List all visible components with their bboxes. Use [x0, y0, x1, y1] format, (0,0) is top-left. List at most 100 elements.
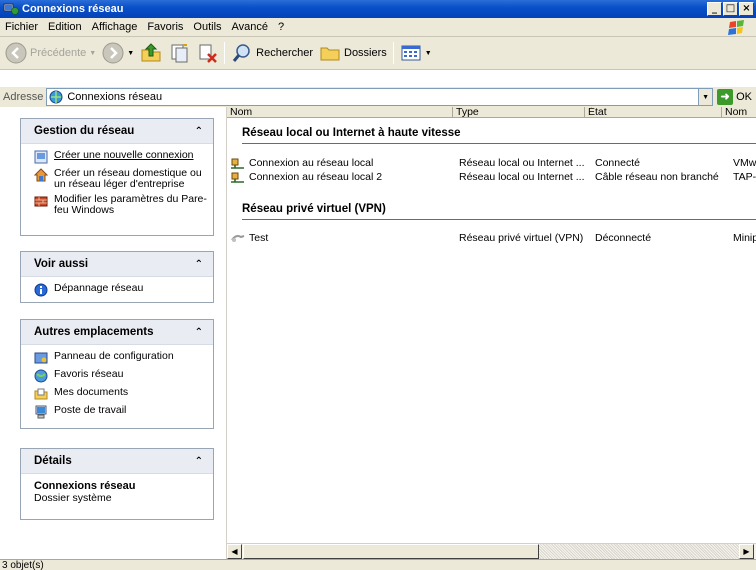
- place-my-computer[interactable]: Poste de travail: [34, 405, 209, 419]
- back-button[interactable]: Précédente ▼: [2, 40, 99, 66]
- forward-button[interactable]: ▼: [99, 40, 137, 66]
- menu-view[interactable]: Affichage: [87, 21, 143, 33]
- connection-device: VMw: [733, 157, 756, 169]
- connection-device: Minip: [733, 232, 756, 244]
- list-item[interactable]: Test Réseau privé virtuel (VPN) Déconnec…: [227, 231, 756, 245]
- search-label: Rechercher: [256, 47, 313, 59]
- maximize-button[interactable]: □: [723, 2, 738, 16]
- group-title-lan: Réseau local ou Internet à haute vitesse: [242, 127, 461, 139]
- search-icon: [232, 44, 250, 62]
- lan-connection-icon: [231, 158, 244, 169]
- views-button[interactable]: ▼: [397, 40, 435, 66]
- task-create-connection-label: Créer une nouvelle connexion: [54, 149, 194, 161]
- address-value: Connexions réseau: [67, 91, 163, 103]
- menu-edit[interactable]: Edition: [43, 21, 87, 33]
- network-tasks-header[interactable]: Gestion du réseau ⌃: [21, 119, 213, 144]
- control-panel-icon: [34, 352, 48, 364]
- go-label: OK: [736, 91, 752, 103]
- up-folder-button[interactable]: [137, 40, 165, 66]
- see-also-panel: Voir aussi ⌃ Dépannage réseau: [20, 251, 214, 303]
- place-my-computer-label: Poste de travail: [54, 404, 127, 416]
- windows-logo-icon: [728, 19, 744, 35]
- collapse-chevron-icon[interactable]: ⌃: [195, 259, 203, 270]
- title-bar[interactable]: Connexions réseau _ □ ×: [0, 0, 756, 18]
- horizontal-scrollbar[interactable]: ◀ ▶: [227, 543, 756, 559]
- menu-favorites[interactable]: Favoris: [142, 21, 188, 33]
- other-places-title: Autres emplacements: [34, 326, 154, 338]
- collapse-chevron-icon[interactable]: ⌃: [195, 327, 203, 338]
- connection-device: TAP-: [733, 171, 756, 183]
- menu-tools[interactable]: Outils: [188, 21, 226, 33]
- connection-type: Réseau local ou Internet ...: [459, 157, 585, 169]
- my-computer-icon: [35, 405, 47, 419]
- connection-state: Déconnecté: [595, 232, 652, 244]
- delete-button[interactable]: [193, 40, 221, 66]
- task-troubleshoot[interactable]: Dépannage réseau: [34, 283, 209, 297]
- search-button[interactable]: Rechercher: [228, 40, 316, 66]
- list-item[interactable]: Connexion au réseau local Réseau local o…: [227, 156, 756, 170]
- back-dropdown-icon[interactable]: ▼: [89, 50, 96, 57]
- address-dropdown-icon[interactable]: ▼: [698, 89, 713, 105]
- menu-advanced[interactable]: Avancé: [227, 21, 274, 33]
- menu-help[interactable]: ?: [273, 21, 289, 33]
- go-button[interactable]: ➜ OK: [713, 89, 756, 105]
- minimize-button[interactable]: _: [707, 2, 722, 16]
- task-create-connection[interactable]: Créer une nouvelle connexion: [34, 150, 209, 164]
- connection-name: Test: [249, 232, 269, 244]
- menu-bar: Fichier Edition Affichage Favoris Outils…: [0, 18, 756, 37]
- my-documents-icon: [34, 388, 48, 400]
- views-dropdown-icon[interactable]: ▼: [425, 50, 432, 57]
- connection-type: Réseau local ou Internet ...: [459, 171, 585, 183]
- copy-to-button[interactable]: [165, 40, 193, 66]
- home-network-icon: [34, 168, 48, 182]
- see-also-header[interactable]: Voir aussi ⌃: [21, 252, 213, 277]
- back-arrow-icon: [5, 42, 27, 64]
- scroll-thumb[interactable]: [243, 544, 539, 559]
- lan-connection-icon: [231, 172, 244, 183]
- collapse-chevron-icon[interactable]: ⌃: [195, 126, 203, 137]
- place-control-panel[interactable]: Panneau de configuration: [34, 351, 209, 365]
- close-button[interactable]: ×: [739, 2, 754, 16]
- firewall-icon: [34, 196, 48, 207]
- place-network-places[interactable]: Favoris réseau: [34, 369, 209, 383]
- menu-file[interactable]: Fichier: [0, 21, 43, 33]
- collapse-chevron-icon[interactable]: ⌃: [195, 456, 203, 467]
- task-home-network[interactable]: Créer un réseau domestique ou un réseau …: [34, 168, 209, 190]
- place-my-documents[interactable]: Mes documents: [34, 387, 209, 401]
- forward-arrow-icon: [102, 42, 124, 64]
- status-bar: 3 objet(s): [0, 559, 756, 570]
- column-header-name[interactable]: Nom: [227, 107, 453, 117]
- address-field[interactable]: Connexions réseau ▼: [46, 88, 714, 106]
- scroll-left-button[interactable]: ◀: [227, 544, 242, 559]
- column-header-device-name[interactable]: Nom: [722, 107, 756, 117]
- folders-icon: [320, 47, 340, 61]
- column-header-state[interactable]: État: [585, 107, 722, 117]
- views-icon: [401, 45, 421, 61]
- task-pane: Gestion du réseau ⌃ Créer une nouvelle c…: [0, 107, 227, 559]
- details-header[interactable]: Détails ⌃: [21, 449, 213, 474]
- group-title-vpn: Réseau privé virtuel (VPN): [242, 203, 386, 215]
- scroll-right-button[interactable]: ▶: [739, 544, 754, 559]
- forward-dropdown-icon[interactable]: ▼: [127, 50, 134, 57]
- address-bar: Adresse Connexions réseau ▼ ➜ OK: [0, 87, 756, 107]
- column-header-type[interactable]: Type: [453, 107, 585, 117]
- address-label: Adresse: [3, 91, 44, 103]
- other-places-header[interactable]: Autres emplacements ⌃: [21, 320, 213, 345]
- toolbar: Précédente ▼ ▼ Rechercher Dossiers ▼: [0, 37, 756, 70]
- network-tasks-title: Gestion du réseau: [34, 125, 135, 137]
- connection-name: Connexion au réseau local: [249, 157, 374, 169]
- new-connection-icon: [34, 150, 48, 164]
- task-firewall[interactable]: Modifier les paramètres du Pare-feu Wind…: [34, 194, 209, 216]
- folders-label: Dossiers: [344, 47, 387, 59]
- connections-list: Nom Type État Nom Réseau local ou Intern…: [227, 107, 756, 543]
- network-connections-icon: [3, 3, 19, 15]
- details-panel: Détails ⌃ Connexions réseau Dossier syst…: [20, 448, 214, 520]
- network-tasks-panel: Gestion du réseau ⌃ Créer une nouvelle c…: [20, 118, 214, 236]
- status-text: 3 objet(s): [2, 560, 44, 570]
- scroll-track[interactable]: [539, 544, 739, 559]
- network-places-icon: [34, 369, 48, 383]
- window-title: Connexions réseau: [22, 3, 124, 15]
- folders-button[interactable]: Dossiers: [316, 40, 390, 66]
- list-item[interactable]: Connexion au réseau local 2 Réseau local…: [227, 170, 756, 184]
- back-label: Précédente: [30, 47, 87, 59]
